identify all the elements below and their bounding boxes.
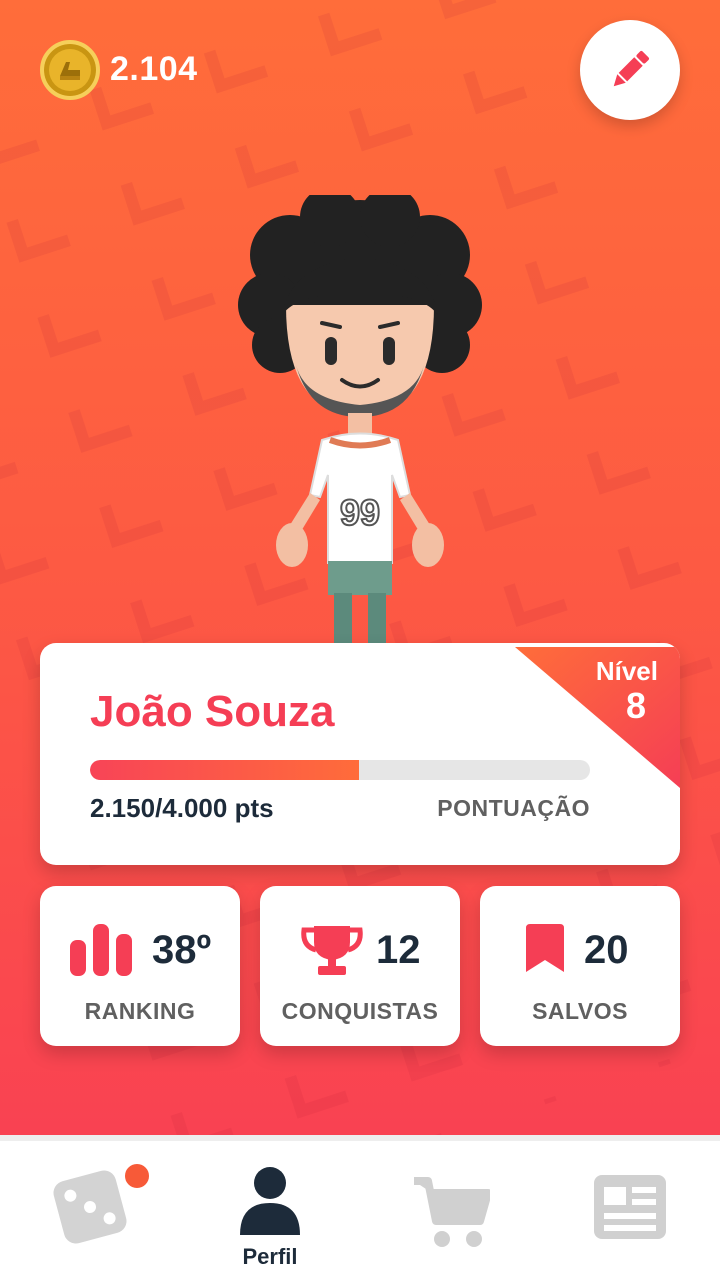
points-label: PONTUAÇÃO xyxy=(437,795,590,821)
salvos-label: SALVOS xyxy=(532,998,628,1024)
stat-conquistas[interactable]: 12 CONQUISTAS xyxy=(260,886,460,1046)
pencil-icon xyxy=(613,51,649,87)
stat-ranking[interactable]: 38º RANKING xyxy=(40,886,240,1046)
user-avatar: 99 xyxy=(238,195,482,655)
conquistas-value: 12 xyxy=(376,928,421,972)
nav-item-news[interactable] xyxy=(540,1141,720,1280)
ranking-value: 38º xyxy=(152,928,212,972)
points-text: 2.150/4.000 pts xyxy=(90,793,274,823)
edit-profile-button[interactable] xyxy=(580,20,680,120)
stat-salvos[interactable]: 20 SALVOS xyxy=(480,886,680,1046)
nav-item-games[interactable] xyxy=(0,1141,180,1280)
level-label: Nível xyxy=(595,656,658,686)
points-progress-fill xyxy=(90,760,359,780)
profile-name: João Souza xyxy=(90,687,335,736)
coin-balance: 2.104 xyxy=(110,50,198,88)
profile-card: João Souza 2.150/4.000 pts PONTUAÇÃO Nív… xyxy=(40,643,680,865)
news-icon xyxy=(594,1175,666,1239)
ranking-label: RANKING xyxy=(84,998,196,1024)
bar-chart-icon xyxy=(70,924,132,976)
person-icon xyxy=(240,1167,300,1235)
notification-badge xyxy=(122,1161,152,1191)
cart-icon xyxy=(414,1177,490,1247)
coin-icon xyxy=(40,40,100,100)
nav-item-shop[interactable] xyxy=(360,1141,540,1280)
salvos-value: 20 xyxy=(584,928,629,972)
bottom-navigation: Perfil xyxy=(0,1135,720,1280)
nav-label-perfil: Perfil xyxy=(242,1244,298,1269)
dice-icon xyxy=(53,1170,127,1244)
bookmark-icon xyxy=(526,924,564,972)
svg-text:99: 99 xyxy=(340,492,380,533)
level-number: 8 xyxy=(625,685,646,726)
trophy-icon xyxy=(301,926,363,975)
conquistas-label: CONQUISTAS xyxy=(281,998,439,1024)
nav-item-perfil[interactable]: Perfil xyxy=(180,1141,360,1280)
